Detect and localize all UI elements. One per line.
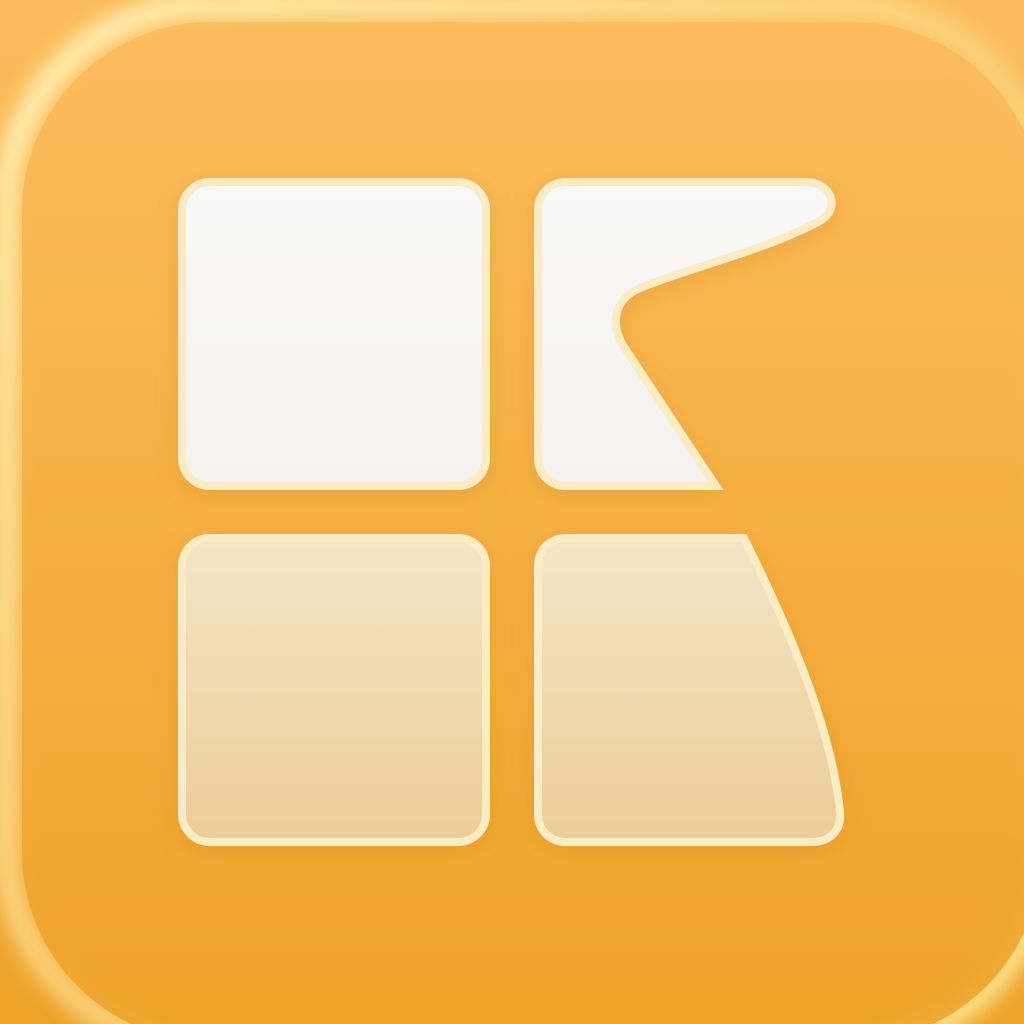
tile-bottom-left — [178, 534, 490, 846]
k-grid-logo-icon — [0, 0, 1024, 1024]
tile-top-left — [178, 178, 490, 490]
app-icon — [0, 0, 1024, 1024]
icon-inner-panel — [22, 22, 1024, 1024]
